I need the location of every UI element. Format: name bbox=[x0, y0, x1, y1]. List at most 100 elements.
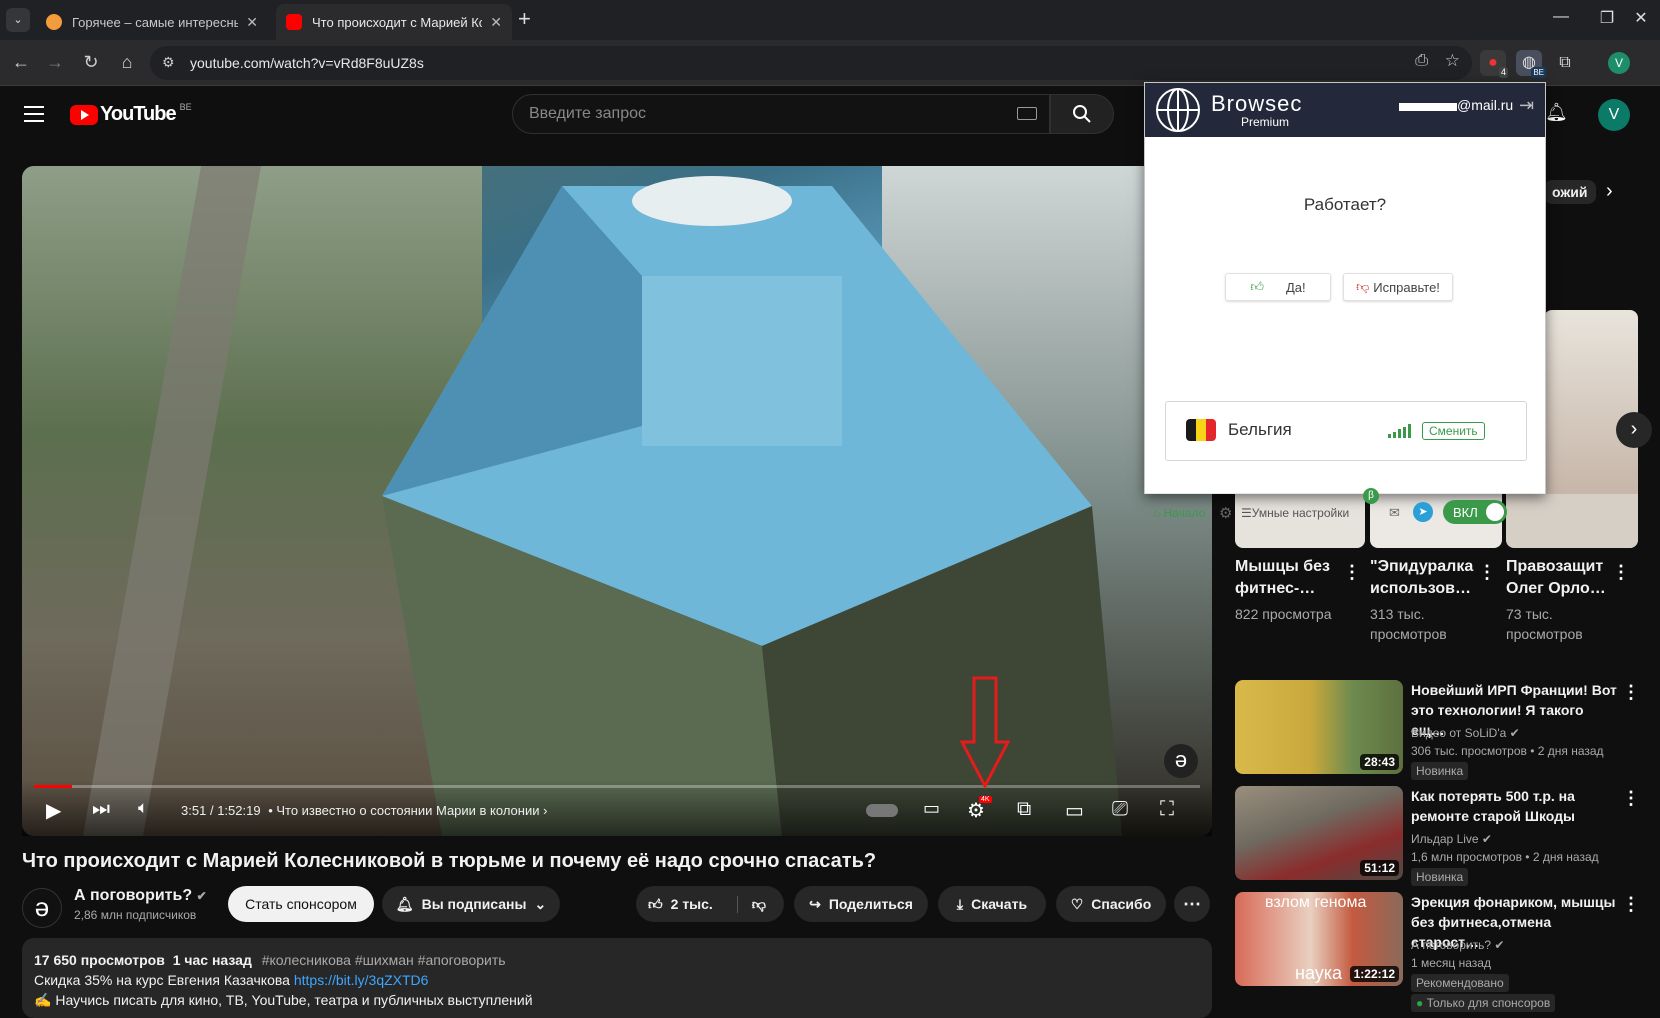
description-box[interactable]: 17 650 просмотров 1 час назад #колеснико… bbox=[22, 938, 1212, 1018]
minimize-icon[interactable]: — bbox=[1546, 8, 1576, 26]
extension-adblock-icon[interactable]: ● 4 bbox=[1480, 50, 1508, 78]
short-title[interactable]: Правозащит Олег Орло… bbox=[1506, 556, 1622, 600]
rec-thumbnail[interactable]: 28:43 bbox=[1235, 680, 1403, 774]
rec-menu-icon[interactable]: ⋮ bbox=[1622, 788, 1640, 809]
rec-title[interactable]: Как потерять 500 т.р. на ремонте старой … bbox=[1411, 786, 1621, 826]
change-country-button[interactable]: Сменить bbox=[1422, 422, 1485, 440]
rec-channel[interactable]: Ильдар Live ✔ bbox=[1411, 832, 1492, 846]
youtube-logo[interactable]: YouTube BE bbox=[70, 102, 192, 126]
rec-menu-icon[interactable]: ⋮ bbox=[1622, 894, 1640, 915]
red-arrow-annotation bbox=[960, 676, 1010, 790]
bookmark-star-icon[interactable]: ☆ bbox=[1445, 51, 1460, 71]
telegram-icon[interactable]: ➤ bbox=[1413, 502, 1433, 522]
extensions-puzzle-icon[interactable]: ⧉ bbox=[1552, 50, 1578, 76]
vpn-toggle[interactable]: ВКЛ bbox=[1443, 500, 1507, 524]
search-button[interactable] bbox=[1050, 94, 1114, 134]
tab-title: Что происходит с Марией Кол bbox=[312, 14, 483, 30]
tab-search-button[interactable]: ⌄ bbox=[6, 8, 30, 32]
theater-mode-button[interactable]: ▭ bbox=[1065, 798, 1084, 823]
extension-browsec-icon[interactable]: ◍ BE bbox=[1516, 50, 1546, 78]
close-window-icon[interactable]: ✕ bbox=[1626, 8, 1656, 28]
volume-button[interactable]: 🔈︎ bbox=[138, 798, 148, 818]
duration-badge: 1:22:12 bbox=[1349, 966, 1399, 982]
short-menu-icon[interactable]: ⋮ bbox=[1612, 562, 1630, 583]
description-stats: 17 650 просмотров 1 час назад #колеснико… bbox=[34, 950, 1200, 970]
dislike-button[interactable]: 👎︎ bbox=[736, 895, 766, 913]
forward-icon[interactable]: → bbox=[42, 52, 68, 73]
channel-name[interactable]: А поговорить? ✔ bbox=[74, 887, 207, 905]
smart-settings-label: Умные настройки bbox=[1251, 506, 1350, 520]
close-tab-icon[interactable]: ✕ bbox=[490, 14, 502, 31]
reload-icon[interactable]: ↻ bbox=[78, 52, 104, 73]
next-button[interactable]: ⏭︎ bbox=[92, 798, 110, 821]
thanks-button[interactable]: ♡ Спасибо bbox=[1056, 886, 1166, 922]
rec-channel[interactable]: Видео от SoLiD'a ✔ bbox=[1411, 726, 1520, 740]
back-icon[interactable]: ← bbox=[8, 52, 34, 73]
rec-stats: 1 месяц назад bbox=[1411, 956, 1491, 970]
browser-profile-avatar[interactable]: V bbox=[1608, 52, 1630, 74]
tab-youtube[interactable]: Что происходит с Марией Кол ✕ bbox=[276, 4, 512, 40]
new-tab-button[interactable]: + bbox=[518, 6, 531, 32]
cast-button[interactable]: ⎚ bbox=[1112, 798, 1128, 821]
url-bar[interactable]: ⚙ youtube.com/watch?v=vRd8F8uUZ8s ⎙ ☆ bbox=[150, 46, 1472, 80]
extension-badge: BE bbox=[1531, 67, 1546, 78]
video-player[interactable]: ә bbox=[22, 166, 1212, 836]
subscribed-button[interactable]: 🔔︎ Вы подписаны ⌄ bbox=[382, 886, 560, 922]
keyboard-icon[interactable] bbox=[1017, 107, 1037, 120]
install-app-icon[interactable]: ⎙ bbox=[1415, 52, 1428, 70]
hashtags[interactable]: #колесникова #шихман #апоговорить bbox=[262, 952, 506, 968]
promo-link[interactable]: https://bit.ly/3qZXTD6 bbox=[294, 972, 429, 988]
site-info-icon[interactable]: ⚙ bbox=[162, 54, 175, 71]
country-selector[interactable]: Бельгия Сменить bbox=[1165, 401, 1527, 461]
progress-bar[interactable] bbox=[34, 785, 1200, 788]
fix-button[interactable]: 👎︎ Исправьте! bbox=[1343, 273, 1453, 301]
autoplay-toggle[interactable] bbox=[866, 804, 898, 817]
description-text: Научись писать для кино, ТВ, YouTube, те… bbox=[55, 992, 533, 1008]
rec-menu-icon[interactable]: ⋮ bbox=[1622, 682, 1640, 703]
subtitles-button[interactable]: ▭ bbox=[923, 798, 940, 819]
home-label: Начало bbox=[1163, 506, 1206, 520]
short-menu-icon[interactable]: ⋮ bbox=[1343, 562, 1361, 583]
chevron-right-icon[interactable]: › bbox=[543, 803, 547, 818]
home-link[interactable]: ⌂ Начало bbox=[1153, 506, 1205, 520]
description-line-1: Скидка 35% на курс Евгения Казачкова htt… bbox=[34, 970, 1200, 990]
download-button[interactable]: ⤓ Скачать bbox=[938, 886, 1046, 922]
rec-thumbnail[interactable]: 51:12 bbox=[1235, 786, 1403, 880]
restore-icon[interactable]: ❐ bbox=[1592, 8, 1622, 28]
tab-pikabu[interactable]: Горячее – самые интересные ✕ bbox=[36, 4, 268, 40]
channel-avatar[interactable]: ә bbox=[22, 888, 62, 928]
short-title[interactable]: "Эпидуралка использов… bbox=[1370, 556, 1486, 600]
menu-icon[interactable] bbox=[24, 106, 44, 122]
rec-thumbnail[interactable]: взлом генома наука 1:22:12 bbox=[1235, 892, 1403, 986]
play-button[interactable]: ▶ bbox=[46, 798, 61, 823]
shorts-next-button[interactable]: › bbox=[1616, 412, 1652, 448]
miniplayer-button[interactable]: ⧉ bbox=[1017, 798, 1031, 821]
chevron-down-icon: ⌄ bbox=[534, 895, 547, 912]
logout-icon[interactable]: ⇥ bbox=[1519, 95, 1534, 116]
more-actions-button[interactable]: ⋯ bbox=[1174, 886, 1210, 922]
chips-next-icon[interactable]: › bbox=[1606, 180, 1613, 203]
notifications-icon[interactable]: 🔔︎ bbox=[1545, 102, 1568, 123]
chip-partial[interactable]: ожий bbox=[1544, 180, 1596, 204]
close-tab-icon[interactable]: ✕ bbox=[246, 14, 258, 31]
video-title: Что происходит с Марией Колесниковой в т… bbox=[22, 850, 877, 872]
verified-icon: ✔ bbox=[1481, 832, 1492, 846]
short-title[interactable]: Мышцы без фитнес-… bbox=[1235, 556, 1351, 600]
smart-settings-link[interactable]: ☰Умные настройки bbox=[1241, 506, 1349, 520]
sponsor-button[interactable]: Стать спонсором bbox=[228, 886, 374, 922]
time-total: 1:52:19 bbox=[217, 803, 261, 818]
search-input[interactable]: Введите запрос bbox=[512, 94, 1050, 134]
fullscreen-button[interactable]: ⛶ bbox=[1160, 798, 1174, 821]
short-menu-icon[interactable]: ⋮ bbox=[1478, 562, 1496, 583]
rec-channel[interactable]: А поговорить? ✔ bbox=[1411, 938, 1504, 952]
settings-gear-icon[interactable]: ⚙ 4K bbox=[967, 796, 992, 823]
duration-badge: 51:12 bbox=[1360, 860, 1399, 876]
like-button[interactable]: 👍︎ 2 тыс. 👎︎ bbox=[636, 886, 784, 922]
share-button[interactable]: ↪ Поделиться bbox=[794, 886, 928, 922]
mail-icon[interactable]: ✉ bbox=[1389, 505, 1400, 521]
home-icon[interactable]: ⌂ bbox=[114, 52, 140, 73]
chapter-title[interactable]: • Что известно о состоянии Марии в колон… bbox=[268, 803, 539, 818]
settings-icon[interactable]: ⚙ bbox=[1219, 504, 1232, 522]
account-avatar[interactable]: V bbox=[1598, 99, 1630, 131]
yes-button[interactable]: 👍︎ Да! bbox=[1225, 273, 1331, 301]
